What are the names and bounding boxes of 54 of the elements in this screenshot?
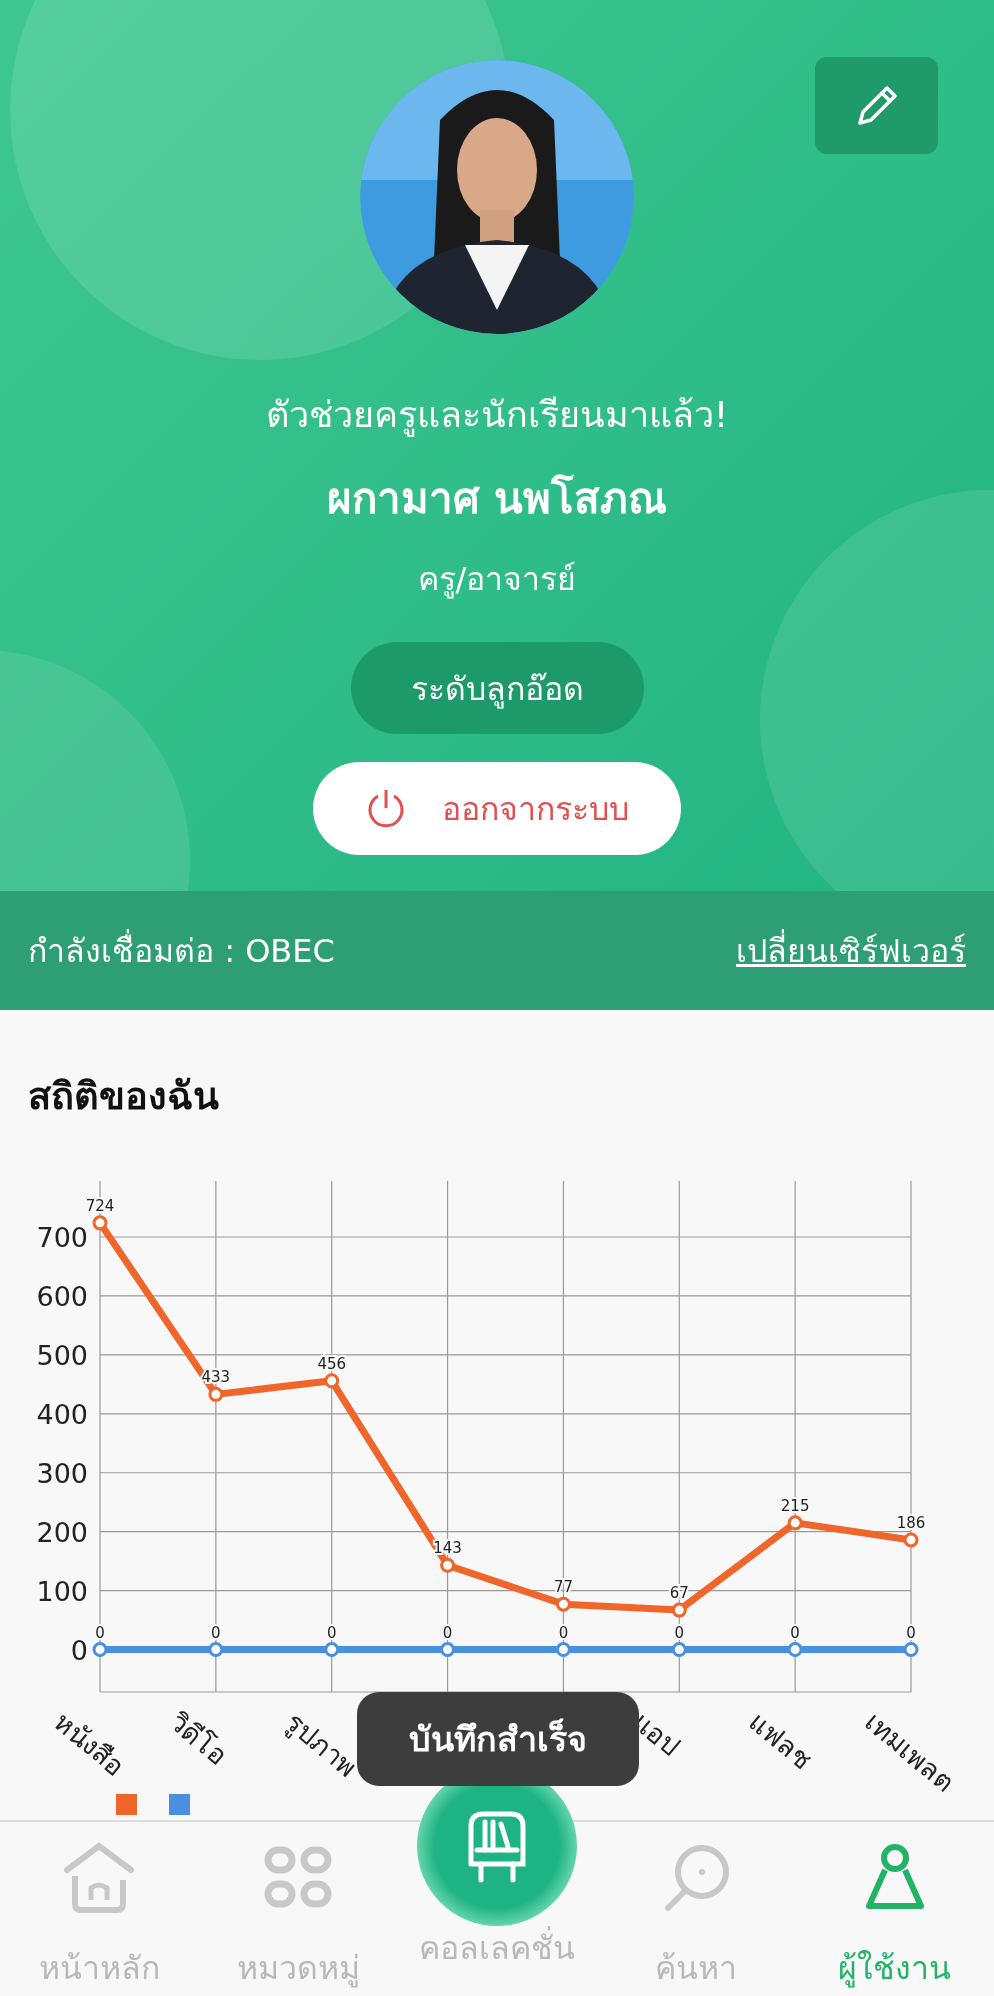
change-server-link[interactable]: เปลี่ยนเซิร์ฟเวอร์ — [736, 925, 966, 976]
data-label: 0 — [326, 1623, 337, 1642]
axis-tick-label: 400 — [36, 1398, 88, 1430]
axis-tick-label: 600 — [36, 1280, 88, 1312]
data-point — [92, 1215, 108, 1231]
axis-tick-label: 300 — [36, 1457, 88, 1489]
data-point — [671, 1602, 687, 1618]
nav-tab[interactable]: หมวดหมู่ — [198, 1822, 398, 1996]
logout-button[interactable]: ออกจากระบบ — [313, 762, 681, 855]
data-label: 456 — [317, 1354, 347, 1373]
axis-tick-label: 200 — [36, 1516, 88, 1548]
data-label: 0 — [558, 1623, 569, 1642]
data-label: 77 — [553, 1578, 573, 1597]
data-label: 0 — [442, 1623, 453, 1642]
data-point — [440, 1642, 456, 1658]
connection-status: กำลังเชื่อมต่อ : OBEC — [28, 925, 335, 976]
nav-tab[interactable]: ค้นหา — [596, 1822, 796, 1996]
edit-button[interactable] — [815, 57, 938, 154]
axis-tick-label: 500 — [36, 1339, 88, 1371]
tagline: ตัวช่วยครูและนักเรียนมาแล้ว! — [265, 393, 729, 439]
data-point — [92, 1642, 108, 1658]
axis-tick-label: 100 — [36, 1575, 88, 1607]
level-badge[interactable]: ระดับลูกอ๊อด — [350, 642, 644, 734]
axis-tick-label: 0 — [70, 1634, 88, 1666]
user-role: ครู/อาจารย์ — [417, 559, 577, 601]
data-point — [903, 1642, 919, 1658]
nav-tab[interactable]: หน้าหลัก — [0, 1822, 199, 1996]
data-label: 67 — [669, 1584, 689, 1603]
data-point — [555, 1642, 571, 1658]
data-label: 724 — [85, 1196, 115, 1215]
data-label: 0 — [211, 1623, 221, 1642]
data-point — [787, 1642, 803, 1658]
data-point — [324, 1373, 340, 1389]
nav-tab[interactable]: ผู้ใช้งาน — [795, 1822, 994, 1996]
data-point — [787, 1515, 803, 1531]
axis-tick-label: 700 — [36, 1222, 88, 1253]
toast-message: บันทึกสำเร็จ — [409, 1717, 587, 1761]
data-point — [324, 1642, 340, 1658]
data-point — [555, 1596, 571, 1612]
data-label: 215 — [780, 1496, 810, 1515]
data-point — [208, 1386, 224, 1402]
data-point — [903, 1532, 919, 1548]
data-point — [440, 1557, 456, 1573]
power-icon — [365, 787, 406, 830]
data-label: 0 — [674, 1623, 685, 1642]
data-label: 0 — [790, 1623, 800, 1642]
data-point — [671, 1642, 687, 1658]
user-name: ผกามาศ นพโสภณ — [326, 473, 668, 525]
data-label: 0 — [906, 1623, 916, 1642]
section-title: สถิติของฉัน — [27, 1073, 220, 1120]
data-point — [208, 1642, 224, 1658]
nav-tab[interactable]: คอลเลคชั่น — [419, 1922, 575, 1973]
data-label: 0 — [95, 1623, 105, 1642]
data-label: 186 — [896, 1513, 926, 1532]
